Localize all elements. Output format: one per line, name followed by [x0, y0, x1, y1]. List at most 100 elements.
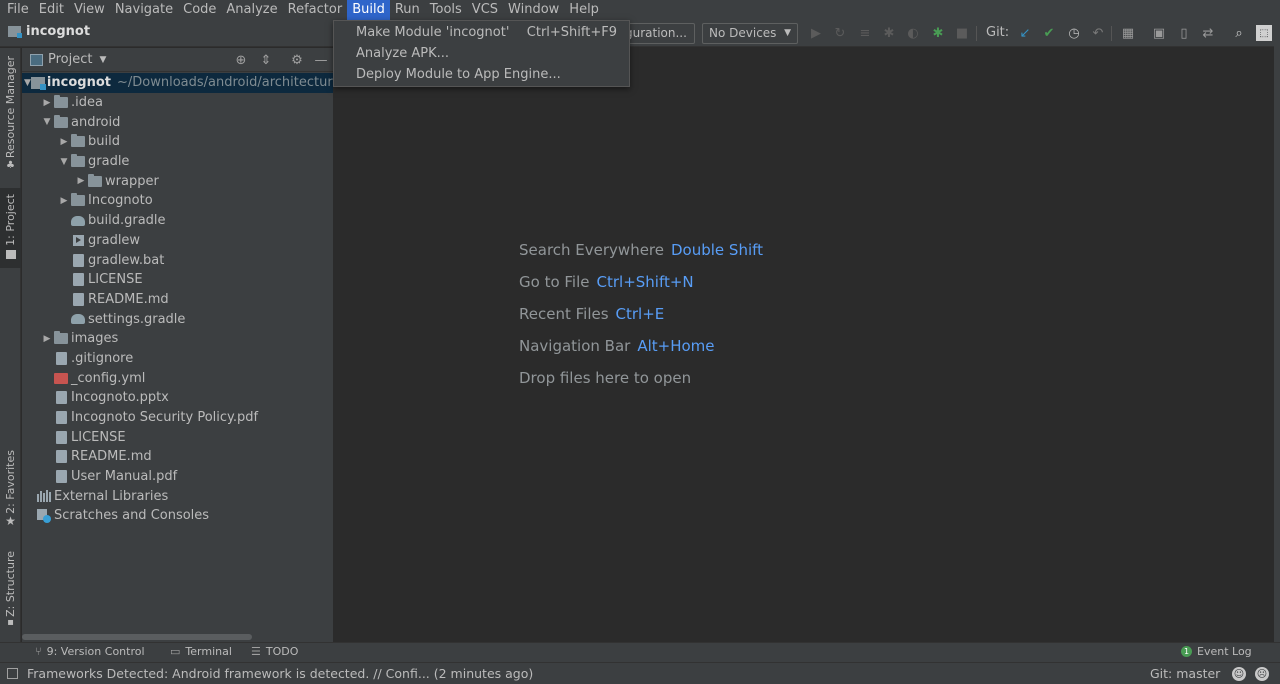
version-control-tab[interactable]: ⑂ 9: Version Control: [35, 645, 145, 658]
tree-item[interactable]: External Libraries: [22, 486, 333, 506]
avd-manager-icon[interactable]: ▯: [1176, 25, 1192, 41]
menu-vcs[interactable]: VCS: [467, 0, 503, 20]
collapse-arrow-icon[interactable]: ▶: [41, 98, 53, 108]
editor-hint-text: Go to File: [519, 273, 590, 291]
tree-item[interactable]: LICENSE: [22, 270, 333, 290]
event-log-badge: 1: [1181, 646, 1192, 657]
tab-favorites[interactable]: 2: Favorites ★: [0, 450, 21, 535]
tree-item[interactable]: ▼ gradle: [22, 152, 333, 172]
run-configuration-button[interactable]: guration...: [620, 23, 695, 44]
folder-icon: [70, 134, 86, 149]
horizontal-scrollbar[interactable]: [22, 634, 252, 640]
tree-item[interactable]: ▶ Incognoto: [22, 191, 333, 211]
apply-code-changes-icon[interactable]: ≡: [857, 25, 873, 41]
menu-edit[interactable]: Edit: [34, 0, 69, 20]
tab-resource-manager-label: Resource Manager: [4, 56, 17, 159]
menu-help[interactable]: Help: [564, 0, 604, 20]
gear-icon[interactable]: ⚙: [289, 52, 305, 68]
sync-gradle-icon[interactable]: ⇄: [1200, 25, 1216, 41]
attach-debugger-icon[interactable]: ✱: [930, 25, 946, 41]
tree-item[interactable]: build.gradle: [22, 211, 333, 231]
devices-select[interactable]: No Devices ▼: [702, 23, 798, 44]
expand-arrow-icon[interactable]: ▼: [24, 78, 31, 88]
stop-icon[interactable]: ■: [954, 25, 970, 41]
todo-tab[interactable]: ☰ TODO: [251, 645, 298, 658]
collapse-all-icon[interactable]: ⇕: [258, 52, 274, 68]
tree-item-label: LICENSE: [71, 429, 126, 445]
tree-item[interactable]: Incognoto Security Policy.pdf: [22, 408, 333, 428]
tree-item[interactable]: ▶ build: [22, 132, 333, 152]
tool-windows-toggle-icon[interactable]: [7, 668, 18, 679]
run-icon[interactable]: ▶: [808, 25, 824, 41]
menu-navigate[interactable]: Navigate: [110, 0, 178, 20]
event-log-tab[interactable]: 1 Event Log: [1181, 645, 1252, 658]
bottom-tool-bar: ⑂ 9: Version Control ▭ Terminal ☰ TODO 1…: [0, 642, 1280, 662]
tree-item[interactable]: ▶ .idea: [22, 93, 333, 113]
chevron-down-icon[interactable]: ▼: [99, 55, 106, 65]
tree-item[interactable]: ▼ incognot ~/Downloads/android/architectur…: [22, 73, 333, 93]
collapse-arrow-icon[interactable]: ▶: [75, 176, 87, 186]
editor-hint-text: Recent Files: [519, 305, 609, 323]
terminal-tab[interactable]: ▭ Terminal: [170, 645, 232, 658]
minimize-icon[interactable]: —: [313, 52, 329, 68]
expand-arrow-icon[interactable]: ▼: [41, 117, 53, 127]
tree-item[interactable]: ▼ android: [22, 112, 333, 132]
tree-item[interactable]: User Manual.pdf: [22, 467, 333, 487]
expand-arrow-icon[interactable]: ▼: [58, 157, 70, 167]
tree-item[interactable]: gradlew.bat: [22, 250, 333, 270]
file-icon: [53, 450, 69, 464]
menu-build[interactable]: Build: [347, 0, 390, 20]
tree-item[interactable]: settings.gradle: [22, 309, 333, 329]
locate-file-icon[interactable]: ⊕: [233, 52, 249, 68]
project-structure-icon[interactable]: ▦: [1120, 25, 1136, 41]
profile-icon[interactable]: ◐: [905, 25, 921, 41]
collapse-arrow-icon[interactable]: ▶: [58, 196, 70, 206]
tree-item[interactable]: ▶ images: [22, 329, 333, 349]
collapse-arrow-icon[interactable]: ▶: [58, 137, 70, 147]
build-menu-item[interactable]: Analyze APK...: [334, 43, 629, 64]
git-commit-icon[interactable]: ✔: [1041, 25, 1057, 41]
tab-project[interactable]: 1: Project: [0, 188, 21, 268]
tree-item[interactable]: _config.yml: [22, 368, 333, 388]
collapse-corner-icon[interactable]: ⬚: [1256, 25, 1272, 41]
sdk-manager-icon[interactable]: ▣: [1151, 25, 1167, 41]
library-icon: [36, 489, 52, 503]
build-menu-item[interactable]: Make Module 'incognot' Ctrl+Shift+F9: [334, 22, 629, 43]
apply-changes-icon[interactable]: ↻: [832, 25, 848, 41]
git-rollback-icon[interactable]: ↶: [1090, 25, 1106, 41]
tree-item[interactable]: LICENSE: [22, 427, 333, 447]
menu-refactor[interactable]: Refactor: [283, 0, 348, 20]
menu-view[interactable]: View: [69, 0, 110, 20]
file-icon: [70, 273, 86, 287]
tree-item[interactable]: Scratches and Consoles: [22, 506, 333, 526]
tree-item[interactable]: .gitignore: [22, 349, 333, 369]
project-view-selector[interactable]: Project: [48, 52, 92, 67]
git-history-icon[interactable]: ◷: [1066, 25, 1082, 41]
menu-run[interactable]: Run: [390, 0, 425, 20]
smiley-icon[interactable]: ☺: [1232, 667, 1246, 681]
tree-item-label: images: [71, 331, 119, 347]
file-icon: [53, 411, 69, 425]
debug-icon[interactable]: ✱: [881, 25, 897, 41]
tab-structure[interactable]: Z: Structure ▪: [0, 551, 21, 633]
menu-window[interactable]: Window: [503, 0, 564, 20]
inspector-face-icon[interactable]: ☹: [1255, 667, 1269, 681]
tab-resource-manager[interactable]: Resource Manager ♣: [0, 56, 21, 181]
status-message[interactable]: Frameworks Detected: Android framework i…: [27, 666, 533, 681]
search-icon[interactable]: ⌕: [1231, 25, 1247, 41]
menu-tools[interactable]: Tools: [425, 0, 467, 20]
git-branch-status[interactable]: Git: master: [1150, 666, 1220, 681]
build-menu-item[interactable]: Deploy Module to App Engine...: [334, 64, 629, 85]
menu-file[interactable]: File: [2, 0, 34, 20]
git-update-icon[interactable]: ↙: [1017, 25, 1033, 41]
menu-code[interactable]: Code: [178, 0, 221, 20]
tree-item[interactable]: Incognoto.pptx: [22, 388, 333, 408]
tree-item[interactable]: README.md: [22, 447, 333, 467]
menu-analyze[interactable]: Analyze: [221, 0, 282, 20]
resource-manager-icon: ♣: [6, 160, 15, 172]
nav-project-breadcrumb[interactable]: incognot: [8, 24, 90, 39]
collapse-arrow-icon[interactable]: ▶: [41, 334, 53, 344]
tree-item[interactable]: README.md: [22, 290, 333, 310]
tree-item[interactable]: ▶ wrapper: [22, 171, 333, 191]
tree-item[interactable]: gradlew: [22, 231, 333, 251]
